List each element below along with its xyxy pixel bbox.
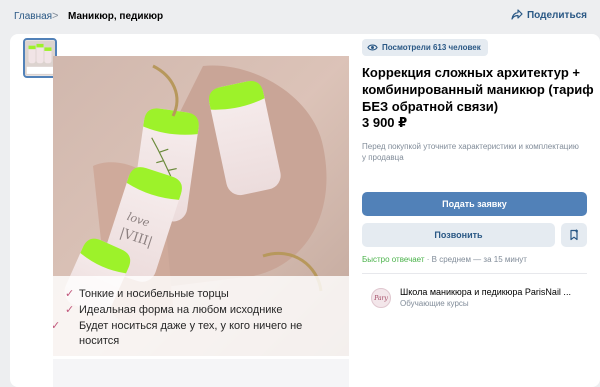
divider: [362, 273, 587, 274]
check-icon: ✓: [65, 304, 75, 316]
seller-avatar-text: Pary: [374, 294, 388, 302]
thumbnail-image: [25, 40, 55, 76]
check-icon: ✓: [65, 288, 75, 300]
image-bullet-2: ✓ Идеальная форма на любом исходнике: [65, 303, 325, 318]
image-bullet-1: ✓ Тонкие и носибельные торцы: [65, 287, 325, 302]
apply-button[interactable]: Подать заявку: [362, 192, 587, 216]
breadcrumb-current: Маникюр, педикюр: [68, 11, 164, 22]
response-separator: ·: [424, 255, 432, 264]
top-bar: Главная > Маникюр, педикюр Поделиться: [0, 0, 600, 34]
share-button[interactable]: Поделиться: [511, 9, 587, 21]
views-count: Посмотрели 613 человек: [382, 43, 481, 52]
eye-icon: [367, 44, 378, 51]
seller-link[interactable]: Pary Школа маникюра и педикюра ParisNail…: [371, 286, 587, 312]
image-bullet-text: Тонкие и носибельные торцы: [79, 288, 229, 300]
check-icon: ✓: [53, 320, 61, 332]
image-bullet-text: Идеальная форма на любом исходнике: [79, 304, 283, 316]
image-bottom-strip: [53, 359, 349, 387]
share-label: Поделиться: [526, 9, 587, 21]
call-button[interactable]: Позвонить: [362, 223, 555, 247]
bookmark-button[interactable]: [561, 223, 587, 247]
product-card: love |VIII| ✓ Тонкие и носибельные торцы …: [10, 34, 600, 387]
fast-reply-badge: Быстро отвечает: [362, 255, 425, 264]
response-info: Быстро отвечает · В среднем — за 15 мину…: [362, 255, 527, 264]
views-badge: Посмотрели 613 человек: [362, 39, 488, 56]
seller-category: Обучающие курсы: [400, 299, 469, 308]
gallery-thumbnail[interactable]: [23, 38, 57, 78]
product-main-image[interactable]: love |VIII| ✓ Тонкие и носибельные торцы …: [53, 56, 349, 356]
breadcrumb-separator: >: [52, 10, 59, 22]
image-bullet-text: Будет носиться даже у тех, у кого ничего…: [79, 320, 303, 347]
product-title: Коррекция сложных архитектур + комбиниро…: [362, 65, 594, 114]
purchase-note: Перед покупкой уточните характеристики и…: [362, 142, 579, 162]
breadcrumb-home-link[interactable]: Главная: [14, 11, 52, 22]
share-icon: [511, 9, 523, 20]
product-price: 3 900 ₽: [362, 115, 408, 130]
seller-avatar: Pary: [371, 288, 391, 308]
image-bullet-3: ✓ Будет носиться даже у тех, у кого ничег…: [53, 319, 325, 349]
seller-name: Школа маникюра и педикюра ParisNail ...: [400, 287, 571, 297]
bookmark-icon: [570, 229, 578, 241]
response-average: В среднем — за 15 минут: [431, 255, 527, 264]
